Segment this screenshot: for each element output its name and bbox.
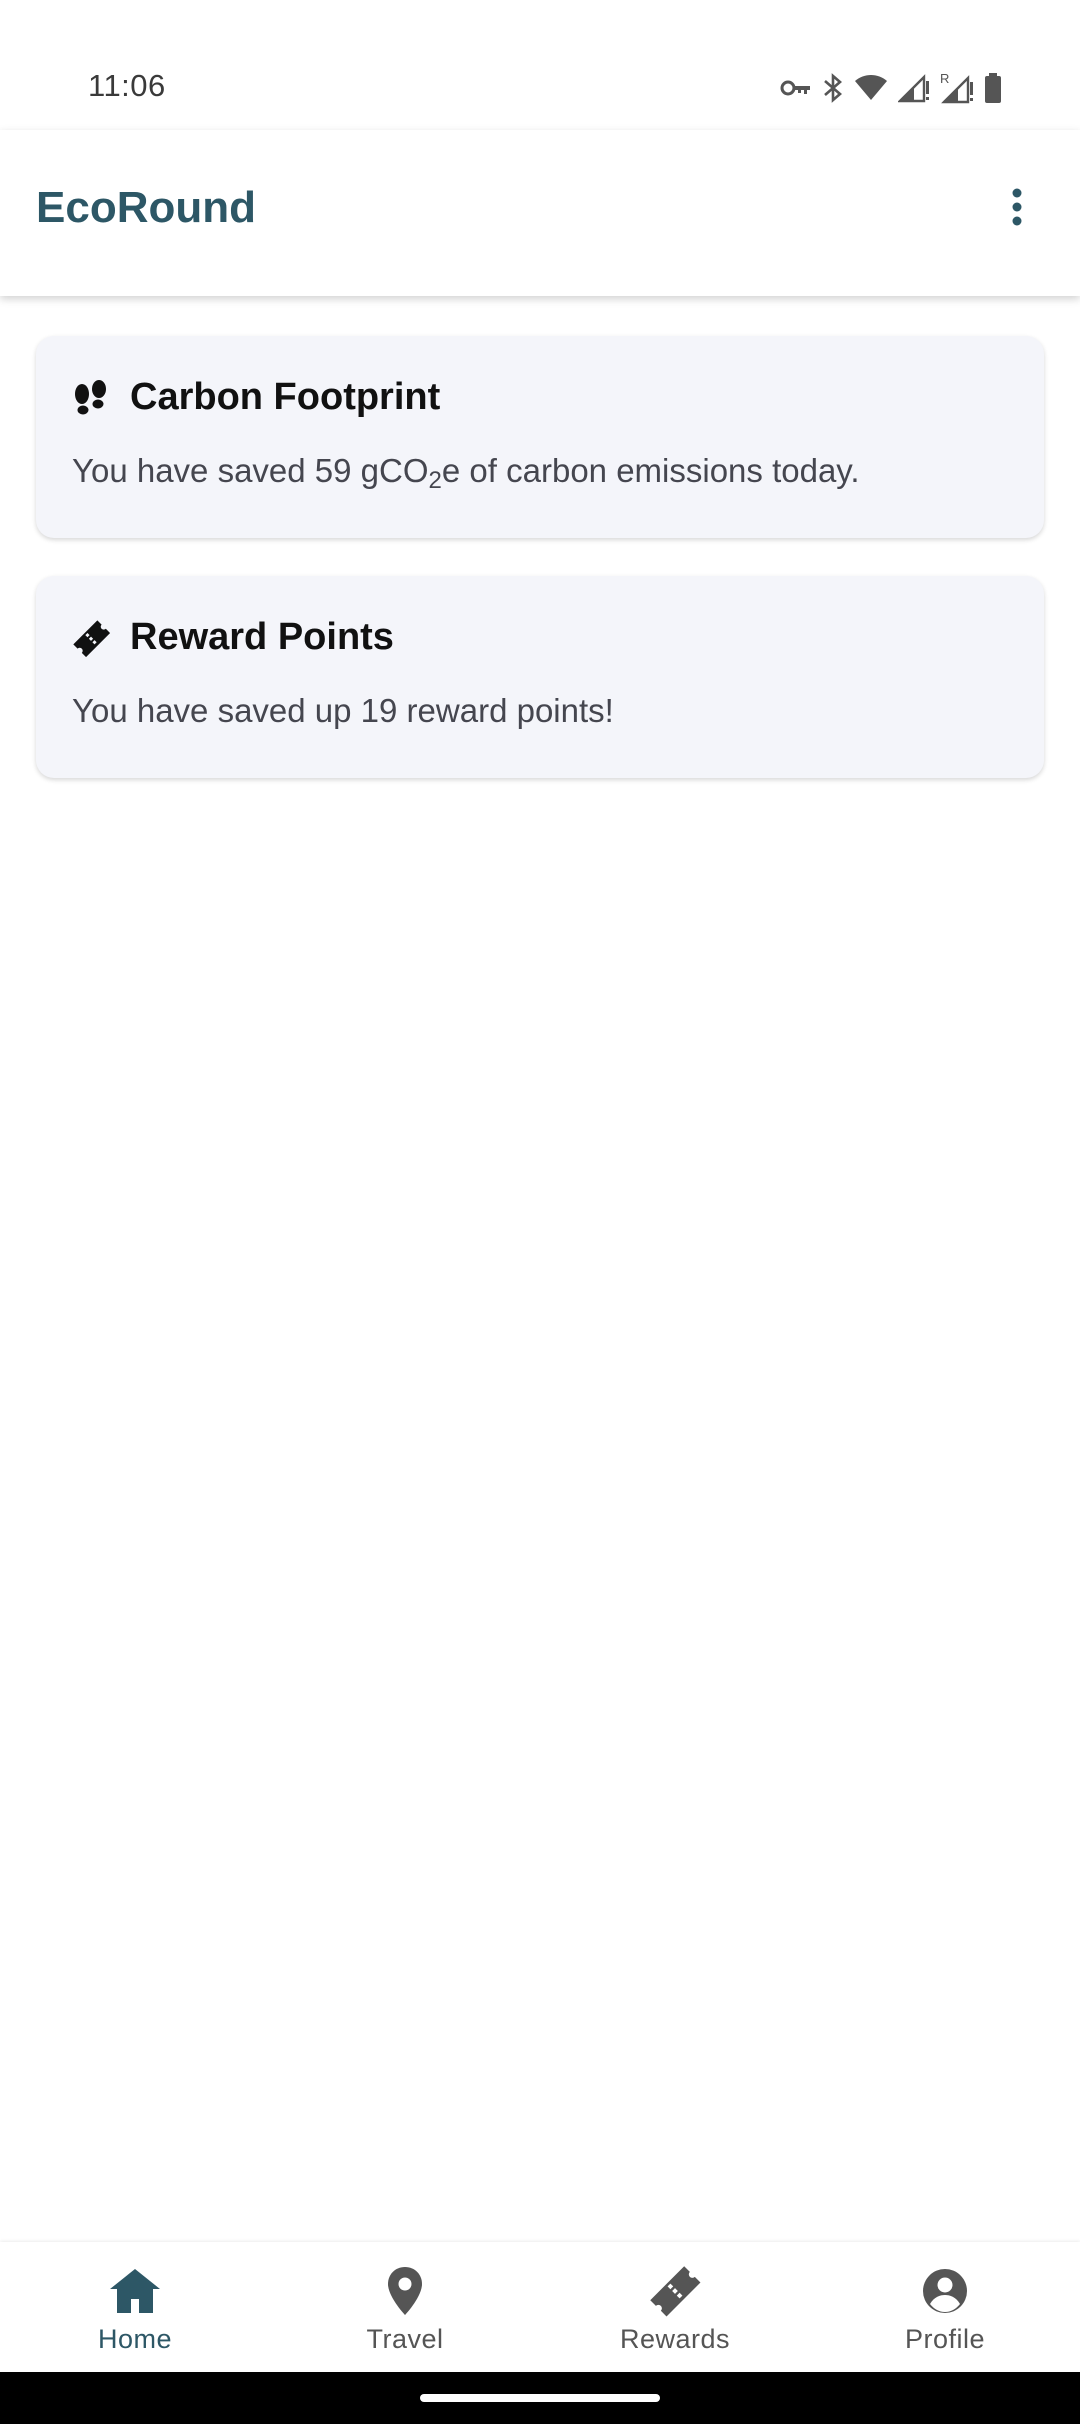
card-title: Reward Points — [130, 616, 394, 658]
carbon-footprint-card[interactable]: Carbon Footprint You have saved 59 gCO2e… — [36, 336, 1044, 538]
nav-label: Home — [97, 2324, 173, 2354]
bluetooth-icon — [822, 72, 844, 104]
system-gesture-bar — [0, 2372, 1080, 2424]
vpn-key-icon — [780, 78, 812, 98]
home-icon — [108, 2264, 162, 2318]
nav-item-travel[interactable]: Travel — [270, 2242, 540, 2372]
signal-roaming-icon: R — [940, 72, 974, 104]
app-bar: EcoRound — [0, 130, 1080, 296]
app-title: EcoRound — [36, 183, 256, 232]
nav-item-rewards[interactable]: Rewards — [540, 2242, 810, 2372]
card-text: You have saved up 19 reward points! — [72, 692, 614, 729]
nav-item-home[interactable]: Home — [0, 2242, 270, 2372]
card-text-part: You have saved 59 gCO — [72, 452, 429, 489]
card-text-part: e of carbon emissions today. — [441, 452, 860, 489]
status-bar: 11:06 R — [0, 0, 1080, 130]
ticket-icon — [648, 2264, 702, 2318]
location-pin-icon — [378, 2264, 432, 2318]
reward-points-card[interactable]: Reward Points You have saved up 19 rewar… — [36, 576, 1044, 778]
more-vertical-icon — [1011, 188, 1023, 231]
status-time: 11:06 — [88, 68, 166, 103]
nav-label: Profile — [904, 2324, 986, 2354]
home-gesture-handle[interactable] — [420, 2394, 660, 2402]
signal-icon — [898, 73, 930, 103]
footprints-icon — [72, 379, 110, 417]
nav-item-profile[interactable]: Profile — [810, 2242, 1080, 2372]
card-text-subscript: 2 — [428, 467, 442, 494]
card-title: Carbon Footprint — [130, 376, 441, 418]
wifi-icon — [854, 74, 888, 102]
card-header: Reward Points — [72, 616, 394, 659]
nav-label: Travel — [366, 2324, 444, 2354]
card-text: You have saved 59 gCO2e of carbon emissi… — [72, 452, 860, 495]
bottom-navigation: Home Travel Rewards Profile — [0, 2242, 1080, 2372]
svg-text:R: R — [940, 72, 949, 86]
battery-icon — [984, 73, 1002, 103]
nav-label: Rewards — [619, 2324, 731, 2354]
status-icons: R — [780, 68, 1002, 108]
ticket-icon — [72, 619, 110, 657]
card-header: Carbon Footprint — [72, 376, 440, 419]
overflow-menu-button[interactable] — [982, 174, 1052, 244]
account-circle-icon — [918, 2264, 972, 2318]
